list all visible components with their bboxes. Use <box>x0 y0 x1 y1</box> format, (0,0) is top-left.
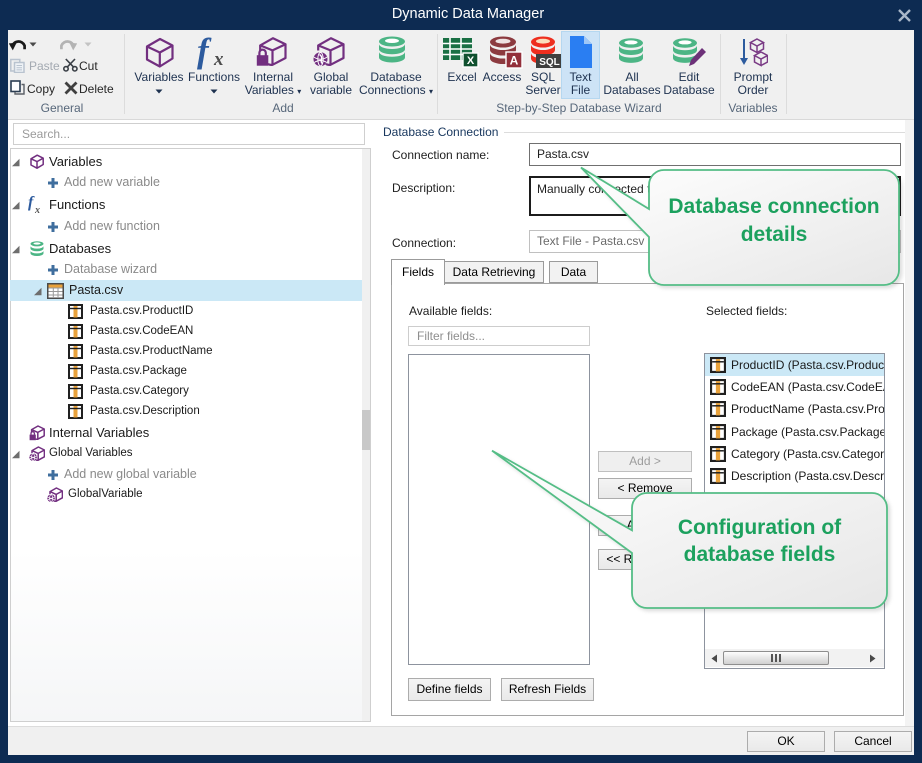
svg-text:SQL: SQL <box>539 57 560 68</box>
svg-text:A: A <box>510 54 519 68</box>
svg-text:X: X <box>467 55 475 67</box>
